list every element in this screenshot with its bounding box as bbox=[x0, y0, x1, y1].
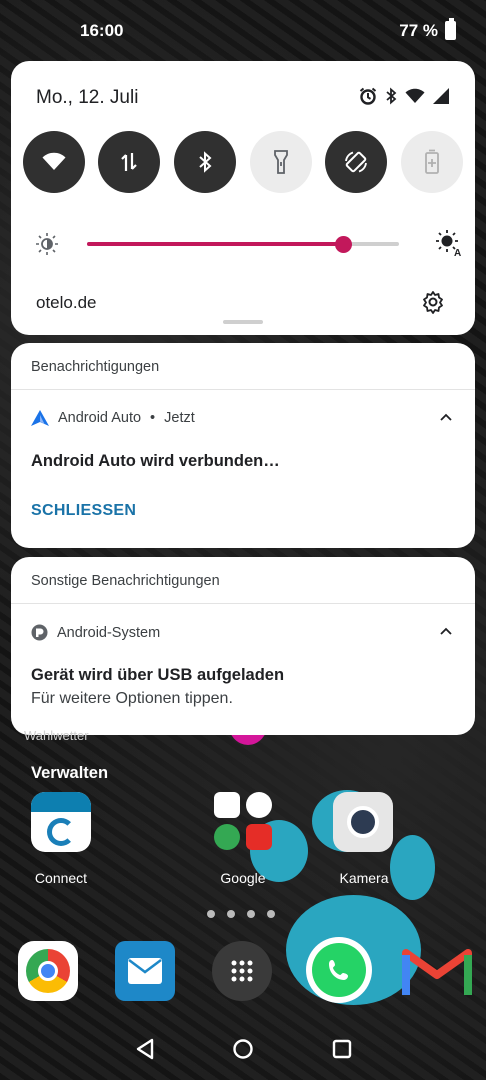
whatsapp-icon[interactable] bbox=[306, 937, 372, 1003]
gmail-icon[interactable] bbox=[402, 945, 472, 997]
battery-percent: 77 % bbox=[399, 21, 438, 40]
battery-saver-icon bbox=[425, 149, 439, 174]
page-indicator bbox=[207, 910, 275, 918]
notification-app-row[interactable]: Android Auto • Jetzt bbox=[31, 410, 195, 426]
google-folder-icon[interactable] bbox=[212, 792, 276, 854]
notification-title: Android Auto wird verbunden… bbox=[31, 452, 280, 470]
tile-auto-rotate[interactable] bbox=[325, 131, 387, 193]
tile-flashlight[interactable] bbox=[250, 131, 312, 193]
chevron-up-icon[interactable] bbox=[439, 412, 453, 422]
chrome-icon[interactable] bbox=[18, 941, 78, 1001]
qs-tiles bbox=[23, 131, 463, 193]
garmin-banner bbox=[31, 792, 91, 812]
battery-icon bbox=[445, 18, 456, 40]
gear-icon[interactable] bbox=[421, 290, 445, 314]
mobile-data-icon bbox=[121, 153, 137, 171]
app-drawer-button[interactable] bbox=[212, 941, 272, 1001]
connect-app-icon[interactable] bbox=[31, 792, 91, 852]
youtube-mini-icon bbox=[246, 824, 272, 850]
auto-rotate-icon bbox=[345, 151, 367, 173]
brightness-row: A bbox=[35, 229, 461, 259]
clock: 16:00 bbox=[80, 21, 124, 40]
brightness-slider-thumb[interactable] bbox=[334, 236, 352, 253]
quick-settings-panel: Mo., 12. Juli A otelo.de bbox=[11, 61, 475, 335]
android-auto-icon bbox=[31, 410, 49, 426]
tile-bluetooth[interactable] bbox=[174, 131, 236, 193]
android-system-icon bbox=[31, 624, 48, 641]
widget-label-partial: Wahlwetter bbox=[24, 728, 89, 743]
page-dot bbox=[247, 910, 255, 918]
carrier-name: otelo.de bbox=[36, 293, 97, 312]
tile-mobile-data[interactable] bbox=[98, 131, 160, 193]
page-dot bbox=[227, 910, 235, 918]
folder-app-mini bbox=[214, 792, 240, 818]
notification-app-name: Android-System bbox=[57, 624, 161, 641]
separator-dot: • bbox=[150, 410, 156, 426]
envelope-icon bbox=[128, 958, 162, 984]
flashlight-icon bbox=[274, 150, 288, 174]
phone-icon bbox=[329, 960, 348, 980]
tile-battery-saver[interactable] bbox=[401, 131, 463, 193]
google-mini-icon bbox=[246, 792, 272, 818]
recents-icon[interactable] bbox=[332, 1039, 352, 1059]
wifi-icon bbox=[405, 88, 425, 103]
navigation-bar bbox=[0, 1020, 486, 1080]
wallpaper-paw bbox=[390, 835, 435, 900]
chevron-up-icon[interactable] bbox=[439, 626, 453, 636]
svg-text:A: A bbox=[454, 248, 461, 257]
bluetooth-icon bbox=[199, 151, 212, 173]
app-label-google: Google bbox=[220, 870, 266, 886]
notification-title: Gerät wird über USB aufgeladen bbox=[31, 666, 285, 684]
wifi-icon bbox=[42, 152, 66, 170]
notification-app-row[interactable]: Android-System bbox=[31, 624, 160, 641]
app-label-connect: Connect bbox=[34, 870, 88, 886]
manage-button[interactable]: Verwalten bbox=[31, 764, 108, 783]
app-label-camera: Kamera bbox=[339, 870, 389, 886]
other-notifications-header: Sonstige Benachrichtigungen bbox=[11, 557, 475, 604]
maps-mini-icon bbox=[214, 824, 240, 850]
other-notifications-card: Sonstige Benachrichtigungen Android-Syst… bbox=[11, 557, 475, 735]
chrome-center bbox=[38, 961, 58, 981]
brightness-slider[interactable] bbox=[87, 236, 399, 253]
camera-lens bbox=[347, 806, 379, 838]
camera-app-icon[interactable] bbox=[333, 792, 393, 852]
page-dot bbox=[207, 910, 215, 918]
home-icon[interactable] bbox=[232, 1038, 254, 1060]
gmail-logo bbox=[402, 949, 472, 995]
expand-handle[interactable] bbox=[223, 320, 263, 324]
notification-group-header: Benachrichtigungen bbox=[11, 343, 475, 390]
notification-time: Jetzt bbox=[164, 410, 195, 426]
close-action-button[interactable]: SCHLIESSEN bbox=[31, 502, 136, 520]
brightness-low-icon bbox=[36, 233, 58, 255]
back-icon[interactable] bbox=[135, 1038, 155, 1060]
notification-app-name: Android Auto bbox=[58, 410, 142, 426]
brightness-auto-icon[interactable]: A bbox=[435, 229, 461, 257]
status-bar: 16:00 77 % bbox=[0, 0, 486, 60]
bluetooth-icon bbox=[386, 87, 397, 105]
notification-group-card: Benachrichtigungen Android Auto • Jetzt … bbox=[11, 343, 475, 548]
mail-app-icon[interactable] bbox=[115, 941, 175, 1001]
qs-date: Mo., 12. Juli bbox=[36, 87, 139, 108]
alarm-icon bbox=[359, 87, 377, 105]
tile-wifi[interactable] bbox=[23, 131, 85, 193]
signal-icon bbox=[433, 88, 449, 104]
qs-system-icons bbox=[359, 87, 449, 105]
notification-text: Für weitere Optionen tippen. bbox=[31, 690, 233, 707]
grid-dots-icon bbox=[231, 960, 253, 982]
connect-logo bbox=[47, 818, 75, 846]
page-dot bbox=[267, 910, 275, 918]
brightness-slider-fill bbox=[87, 242, 343, 246]
